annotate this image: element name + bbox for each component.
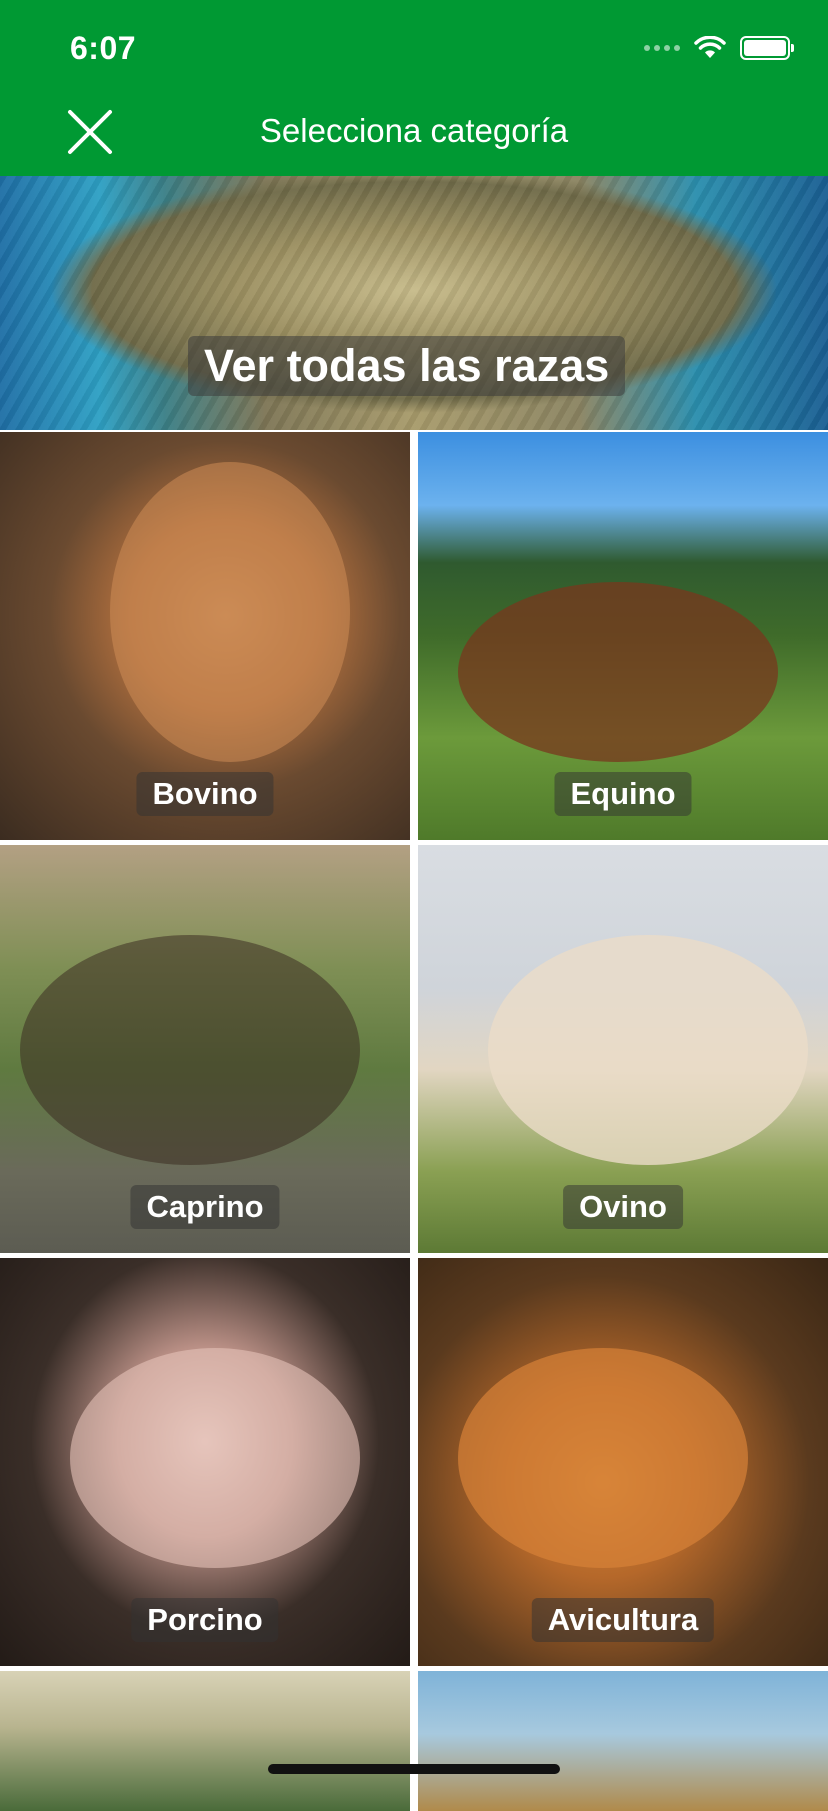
wifi-icon [694, 36, 726, 58]
status-time: 6:07 [70, 30, 137, 66]
category-label: Equino [554, 772, 692, 816]
status-icons [644, 36, 794, 60]
all-breeds-label: Ver todas las razas [188, 336, 626, 396]
category-tile-bovino[interactable]: Bovino [0, 432, 410, 840]
category-label: Bovino [136, 772, 274, 816]
category-label: Ovino [563, 1185, 683, 1229]
category-tile-porcino[interactable]: Porcino [0, 1258, 410, 1666]
page-title: Selecciona categoría [259, 112, 569, 149]
category-tile-partial[interactable] [0, 1671, 410, 1811]
category-tile-partial[interactable] [418, 1671, 828, 1811]
category-label: Porcino [131, 1598, 279, 1642]
goat-shape [20, 935, 360, 1165]
hen-shape [458, 1348, 748, 1568]
category-label: Avicultura [531, 1598, 715, 1642]
category-tile-avicultura[interactable]: Avicultura [418, 1258, 828, 1666]
horse-shape [458, 582, 778, 762]
battery-icon [740, 36, 794, 60]
all-breeds-banner[interactable]: Ver todas las razas [0, 176, 828, 430]
category-tile-caprino[interactable]: Caprino [0, 845, 410, 1253]
category-tile-ovino[interactable]: Ovino [418, 845, 828, 1253]
signal-icon [644, 45, 680, 51]
category-label: Caprino [130, 1185, 280, 1229]
navigation-bar: 6:07 Selecciona categoría [0, 0, 828, 176]
sheep-shape [488, 935, 808, 1165]
category-tile-equino[interactable]: Equino [418, 432, 828, 840]
home-indicator [268, 1764, 560, 1774]
pig-shape [70, 1348, 360, 1568]
cow-shape [110, 462, 350, 762]
